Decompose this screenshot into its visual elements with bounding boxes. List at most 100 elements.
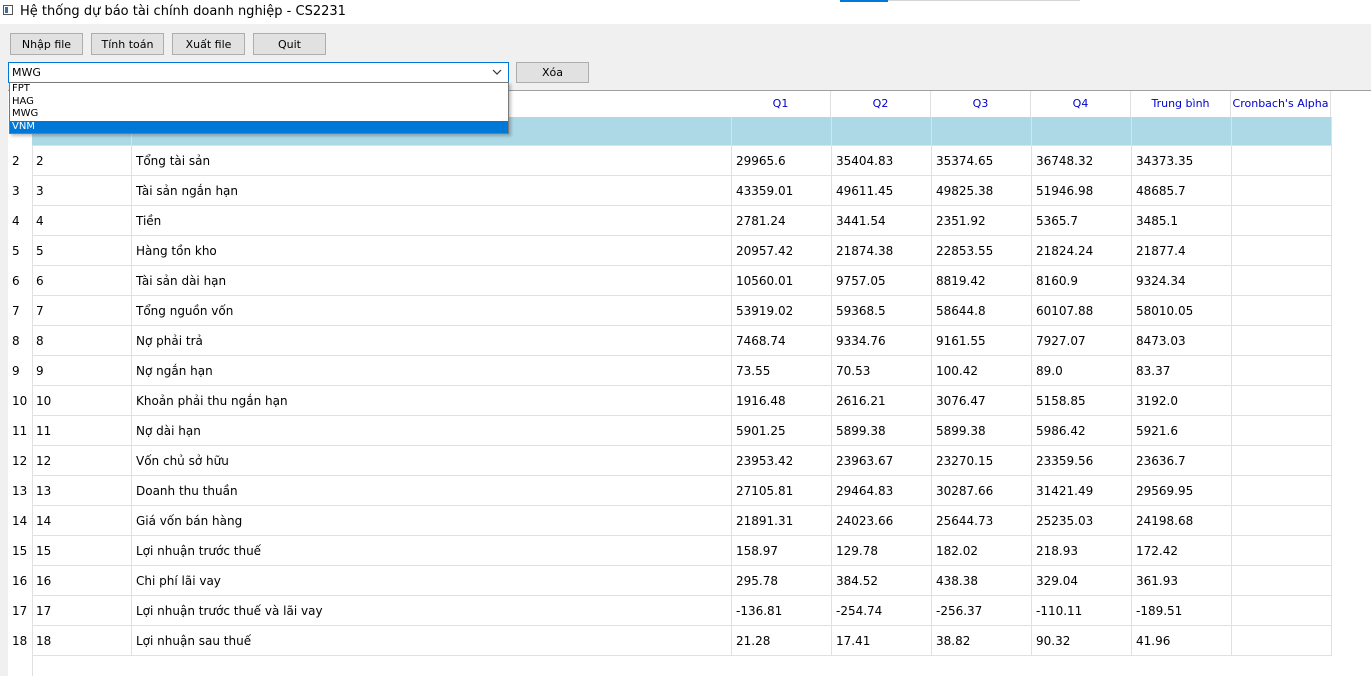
column-header-q4[interactable]: Q4 (1031, 91, 1131, 117)
row-header[interactable]: 10 (8, 386, 32, 416)
cell-item-name[interactable]: Lợi nhuận trước thuế và lãi vay (132, 596, 732, 626)
row-header[interactable]: 7 (8, 296, 32, 326)
cell-average[interactable]: 34373.35 (1132, 146, 1232, 176)
cell-q3[interactable]: 30287.66 (932, 476, 1032, 506)
cell-stt[interactable]: 14 (32, 506, 132, 536)
row-header[interactable]: 16 (8, 566, 32, 596)
cell-q2[interactable]: 49611.45 (832, 176, 932, 206)
cell-q4[interactable]: 329.04 (1032, 566, 1132, 596)
cell-q1[interactable]: 20957.42 (732, 236, 832, 266)
row-header[interactable]: 9 (8, 356, 32, 386)
cell-item-name[interactable]: Lợi nhuận sau thuế (132, 626, 732, 656)
cell-q2[interactable]: 23963.67 (832, 446, 932, 476)
cell-q3[interactable]: 25644.73 (932, 506, 1032, 536)
column-header-cronbach-alpha[interactable]: Cronbach's Alpha (1231, 91, 1331, 117)
cell-average[interactable]: -189.51 (1132, 596, 1232, 626)
company-select[interactable]: MWG (8, 62, 509, 83)
dropdown-option[interactable]: MWG (10, 108, 508, 121)
cell-q3[interactable]: 8819.42 (932, 266, 1032, 296)
cell-q3[interactable]: 58644.8 (932, 296, 1032, 326)
cell-q4[interactable]: -110.11 (1032, 596, 1132, 626)
cell-item-name[interactable]: Lợi nhuận trước thuế (132, 536, 732, 566)
cell-average[interactable]: 58010.05 (1132, 296, 1232, 326)
cell-q1[interactable]: 10560.01 (732, 266, 832, 296)
cell-average[interactable]: 5921.6 (1132, 416, 1232, 446)
cell-stt[interactable]: 18 (32, 626, 132, 656)
cell-q2[interactable]: 5899.38 (832, 416, 932, 446)
cell-cronbach-alpha[interactable] (1232, 626, 1332, 656)
cell-q3[interactable]: 5899.38 (932, 416, 1032, 446)
cell-stt[interactable]: 6 (32, 266, 132, 296)
cell-item-name[interactable]: Vốn chủ sở hữu (132, 446, 732, 476)
cell-q4[interactable]: 5365.7 (1032, 206, 1132, 236)
column-header-q1[interactable]: Q1 (731, 91, 831, 117)
row-header[interactable]: 17 (8, 596, 32, 626)
cell-stt[interactable]: 9 (32, 356, 132, 386)
cell-q4[interactable]: 60107.88 (1032, 296, 1132, 326)
cell-q4[interactable]: 89.0 (1032, 356, 1132, 386)
cell-stt[interactable]: 13 (32, 476, 132, 506)
cell-cronbach-alpha[interactable] (1232, 476, 1332, 506)
cell-q1[interactable]: 27105.81 (732, 476, 832, 506)
cell-q1[interactable]: -136.81 (732, 596, 832, 626)
cell-cronbach-alpha[interactable] (1232, 356, 1332, 386)
cell-q2[interactable]: 3441.54 (832, 206, 932, 236)
cell-average[interactable]: 3192.0 (1132, 386, 1232, 416)
cell-q3[interactable]: 35374.65 (932, 146, 1032, 176)
cell-stt[interactable]: 16 (32, 566, 132, 596)
cell-q1[interactable]: 158.97 (732, 536, 832, 566)
cell-q2[interactable]: 21874.38 (832, 236, 932, 266)
cell-item-name[interactable]: Nợ ngắn hạn (132, 356, 732, 386)
cell-q2[interactable]: 59368.5 (832, 296, 932, 326)
cell-q1[interactable]: 29965.6 (732, 146, 832, 176)
row-header[interactable]: 18 (8, 626, 32, 656)
cell-stt[interactable]: 10 (32, 386, 132, 416)
cell-cronbach-alpha[interactable] (1232, 596, 1332, 626)
cell-q1[interactable]: 295.78 (732, 566, 832, 596)
cell-cronbach-alpha[interactable] (1232, 146, 1332, 176)
cell-item-name[interactable]: Giá vốn bán hàng (132, 506, 732, 536)
cell-q1[interactable]: 21.28 (732, 626, 832, 656)
cell-q2[interactable]: -254.74 (832, 596, 932, 626)
cell-item-name[interactable]: Tài sản dài hạn (132, 266, 732, 296)
cell-q2[interactable]: 9757.05 (832, 266, 932, 296)
cell-q4[interactable]: 23359.56 (1032, 446, 1132, 476)
cell-average[interactable]: 3485.1 (1132, 206, 1232, 236)
row-header[interactable]: 11 (8, 416, 32, 446)
cell-q2[interactable]: 35404.83 (832, 146, 932, 176)
cell-item-name[interactable]: Tài sản ngắn hạn (132, 176, 732, 206)
cell-stt[interactable]: 12 (32, 446, 132, 476)
cell-average[interactable]: 21877.4 (1132, 236, 1232, 266)
cell-q4[interactable]: 7927.07 (1032, 326, 1132, 356)
cell-q2[interactable]: 384.52 (832, 566, 932, 596)
cell-cronbach-alpha[interactable] (1232, 566, 1332, 596)
cell-q1[interactable]: 43359.01 (732, 176, 832, 206)
row-header[interactable]: 3 (8, 176, 32, 206)
cell-item-name[interactable]: Tổng nguồn vốn (132, 296, 732, 326)
cell-cronbach-alpha[interactable] (1232, 386, 1332, 416)
cell-average[interactable]: 23636.7 (1132, 446, 1232, 476)
cell-q3[interactable]: 38.82 (932, 626, 1032, 656)
cell-q4[interactable]: 5158.85 (1032, 386, 1132, 416)
dropdown-option-selected[interactable]: VNM (10, 120, 508, 133)
cell-cronbach-alpha[interactable] (1232, 326, 1332, 356)
column-header-average[interactable]: Trung bình (1131, 91, 1231, 117)
cell-item-name[interactable]: Chi phí lãi vay (132, 566, 732, 596)
dropdown-option[interactable]: FPT (10, 83, 508, 96)
row-header[interactable]: 8 (8, 326, 32, 356)
cell-average[interactable]: 361.93 (1132, 566, 1232, 596)
cell-q2[interactable]: 9334.76 (832, 326, 932, 356)
cell-cronbach-alpha[interactable] (1232, 266, 1332, 296)
cell-q1[interactable]: 73.55 (732, 356, 832, 386)
cell-q3[interactable]: -256.37 (932, 596, 1032, 626)
cell-q3[interactable]: 9161.55 (932, 326, 1032, 356)
cell-q4[interactable]: 21824.24 (1032, 236, 1132, 266)
row-header[interactable]: 5 (8, 236, 32, 266)
calculate-button[interactable]: Tính toán (91, 33, 164, 55)
cell-q1[interactable]: 23953.42 (732, 446, 832, 476)
cell-q1[interactable]: 2781.24 (732, 206, 832, 236)
cell-stt[interactable]: 3 (32, 176, 132, 206)
cell-q1[interactable]: 21891.31 (732, 506, 832, 536)
cell-q4[interactable]: 25235.03 (1032, 506, 1132, 536)
data-table[interactable]: 2 3 4 5 6 7 8 9 10 11 12 13 14 15 16 17 18 Q1 Q2 Q3 Q4 T… (8, 90, 1371, 676)
